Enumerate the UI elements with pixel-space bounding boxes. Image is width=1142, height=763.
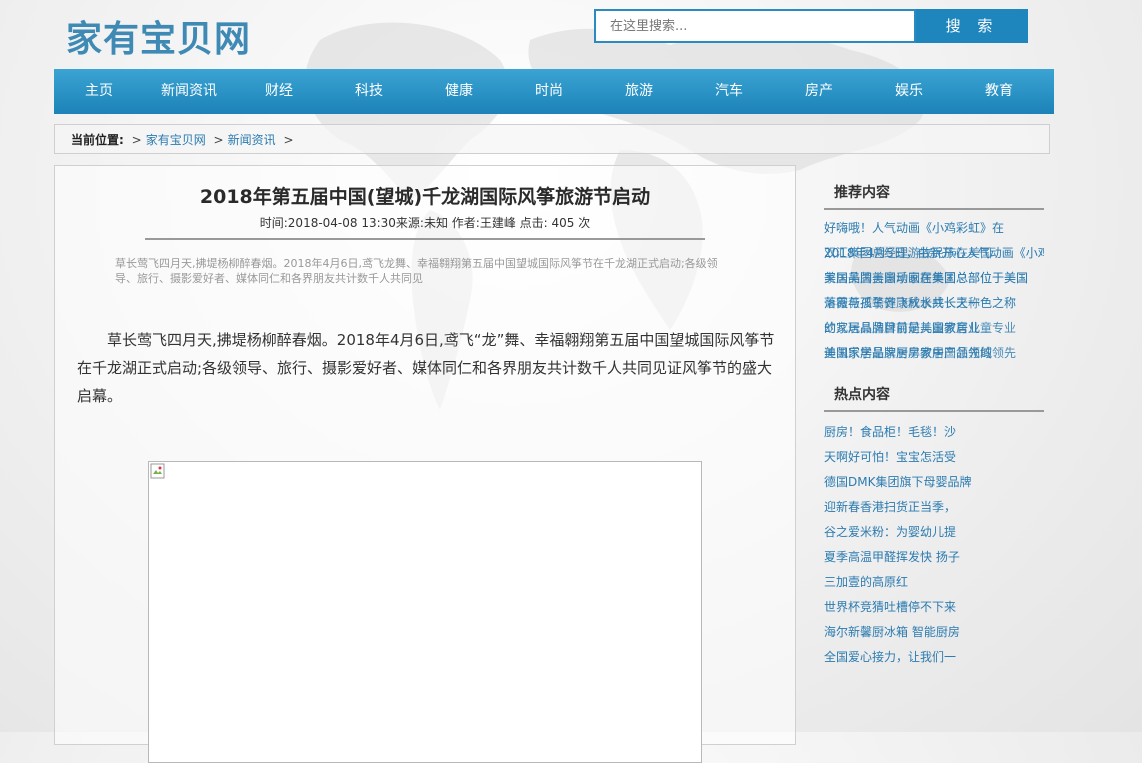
hot-item[interactable]: 厨房！食品柜！毛毯！沙 bbox=[824, 420, 1044, 445]
search-input[interactable] bbox=[594, 9, 916, 43]
nav-item-entertainment[interactable]: 娱乐 bbox=[864, 69, 954, 114]
overlap-text-b: 萧薇薇孩子健康成长成长之称 bbox=[824, 296, 981, 310]
overlap-text-b: 双汇集团总经理游牧民族在美国 bbox=[824, 246, 993, 260]
hot-heading: 热点内容 bbox=[824, 384, 1044, 412]
breadcrumb: 当前位置: > 家有宝贝网 > 新闻资讯 > bbox=[54, 124, 1050, 154]
nav-item-finance[interactable]: 财经 bbox=[234, 69, 324, 114]
nav-item-news[interactable]: 新闻资讯 bbox=[144, 69, 234, 114]
search-bar: 搜 索 bbox=[594, 9, 1028, 43]
hot-item[interactable]: 德国DMK集团旗下母婴品牌 bbox=[824, 470, 1044, 495]
recommended-section: 推荐内容 好嗨哦！人气动画《小鸡彩虹》在 2018年4月5日，由新开心人气动画《… bbox=[824, 182, 1044, 366]
nav-item-realestate[interactable]: 房产 bbox=[774, 69, 864, 114]
article-image-placeholder bbox=[148, 461, 702, 763]
breadcrumb-link-news[interactable]: 新闻资讯 bbox=[228, 133, 276, 147]
article-summary: 草长莺飞四月天,拂堤杨柳醉春烟。2018年4月6日,鸢飞龙舞、幸福翱翔第五届中国… bbox=[115, 257, 718, 285]
recommended-item-overlapped[interactable]: 2018年4月5日，由新开心人气动画《小鸡 双汇集团总经理游牧民族在美国 bbox=[824, 241, 1044, 266]
hot-item[interactable]: 三加壹的高原红 bbox=[824, 570, 1044, 595]
recommended-item-overlapped[interactable]: 的家居品牌目前是美国家居业 幼儿玩具品牌目前儿童教育儿童专业 bbox=[824, 316, 1044, 341]
hot-item[interactable]: 迎新春香港扫货正当季， bbox=[824, 495, 1044, 520]
broken-image-icon bbox=[150, 463, 165, 479]
recommended-item-overlapped[interactable]: 美国美国美国动画在美国总部位于美国 家居品牌吉意乐家居集团总部位于美国 bbox=[824, 266, 1044, 291]
breadcrumb-prefix: 当前位置: bbox=[71, 133, 124, 147]
hot-item[interactable]: 全国爱心接力，让我们一 bbox=[824, 645, 1044, 670]
nav-item-health[interactable]: 健康 bbox=[414, 69, 504, 114]
overlap-text-b: 幼儿玩具品牌目前儿童教育儿童专业 bbox=[824, 321, 1017, 335]
search-button[interactable]: 搜 索 bbox=[916, 9, 1028, 43]
nav-item-fashion[interactable]: 时尚 bbox=[504, 69, 594, 114]
nav-item-tech[interactable]: 科技 bbox=[324, 69, 414, 114]
breadcrumb-separator: > bbox=[213, 133, 224, 147]
overlap-text-b: 家居品牌吉意乐家居集团总部位于美国 bbox=[824, 271, 1029, 285]
article-body: 草长莺飞四月天,拂堤杨柳醉春烟。2018年4月6日,鸢飞“龙”舞、幸福翱翔第五届… bbox=[77, 331, 775, 405]
hot-item[interactable]: 谷之爱米粉：为婴幼儿提 bbox=[824, 520, 1044, 545]
hot-item[interactable]: 海尔新馨厨冰箱 智能厨房 bbox=[824, 620, 1044, 645]
nav-item-travel[interactable]: 旅游 bbox=[594, 69, 684, 114]
recommended-item-overlapped[interactable]: 美国家居品牌厨房家居产品领域 迪凯乐学是家居早教中国领先的领先 bbox=[824, 341, 1044, 366]
nav-item-education[interactable]: 教育 bbox=[954, 69, 1044, 114]
nav-item-home[interactable]: 主页 bbox=[54, 69, 144, 114]
article-meta: 时间:2018-04-08 13:30来源:未知 作者:王建峰 点击: 405 … bbox=[259, 216, 591, 230]
hot-item[interactable]: 世界杯竞猜吐槽停不下来 bbox=[824, 595, 1044, 620]
hot-item[interactable]: 夏季高温甲醛挥发快 扬子 bbox=[824, 545, 1044, 570]
recommended-heading: 推荐内容 bbox=[824, 182, 1044, 210]
article-panel: 2018年第五届中国(望城)千龙湖国际风筝旅游节启动 时间:2018-04-08… bbox=[54, 165, 796, 763]
title-divider bbox=[145, 238, 705, 240]
hot-item[interactable]: 天啊好可怕！宝宝怎活受 bbox=[824, 445, 1044, 470]
main-nav: 主页 新闻资讯 财经 科技 健康 时尚 旅游 汽车 房产 娱乐 教育 bbox=[54, 69, 1054, 114]
breadcrumb-separator: > bbox=[283, 133, 294, 147]
breadcrumb-separator: > bbox=[131, 133, 142, 147]
article-title: 2018年第五届中国(望城)千龙湖国际风筝旅游节启动 bbox=[199, 186, 651, 208]
hot-section: 热点内容 厨房！食品柜！毛毯！沙 天啊好可怕！宝宝怎活受 德国DMK集团旗下母婴… bbox=[824, 384, 1044, 670]
nav-item-auto[interactable]: 汽车 bbox=[684, 69, 774, 114]
breadcrumb-link-home[interactable]: 家有宝贝网 bbox=[146, 133, 206, 147]
recommended-item-overlapped[interactable]: 落霞与孤鹜齐飞秋水共长天一色之称 萧薇薇孩子健康成长成长之称 bbox=[824, 291, 1044, 316]
site-logo[interactable]: 家有宝贝网 bbox=[66, 10, 251, 62]
overlap-text-b: 迪凯乐学是家居早教中国领先的领先 bbox=[824, 346, 1017, 360]
recommended-item[interactable]: 好嗨哦！人气动画《小鸡彩虹》在 bbox=[824, 216, 1044, 241]
